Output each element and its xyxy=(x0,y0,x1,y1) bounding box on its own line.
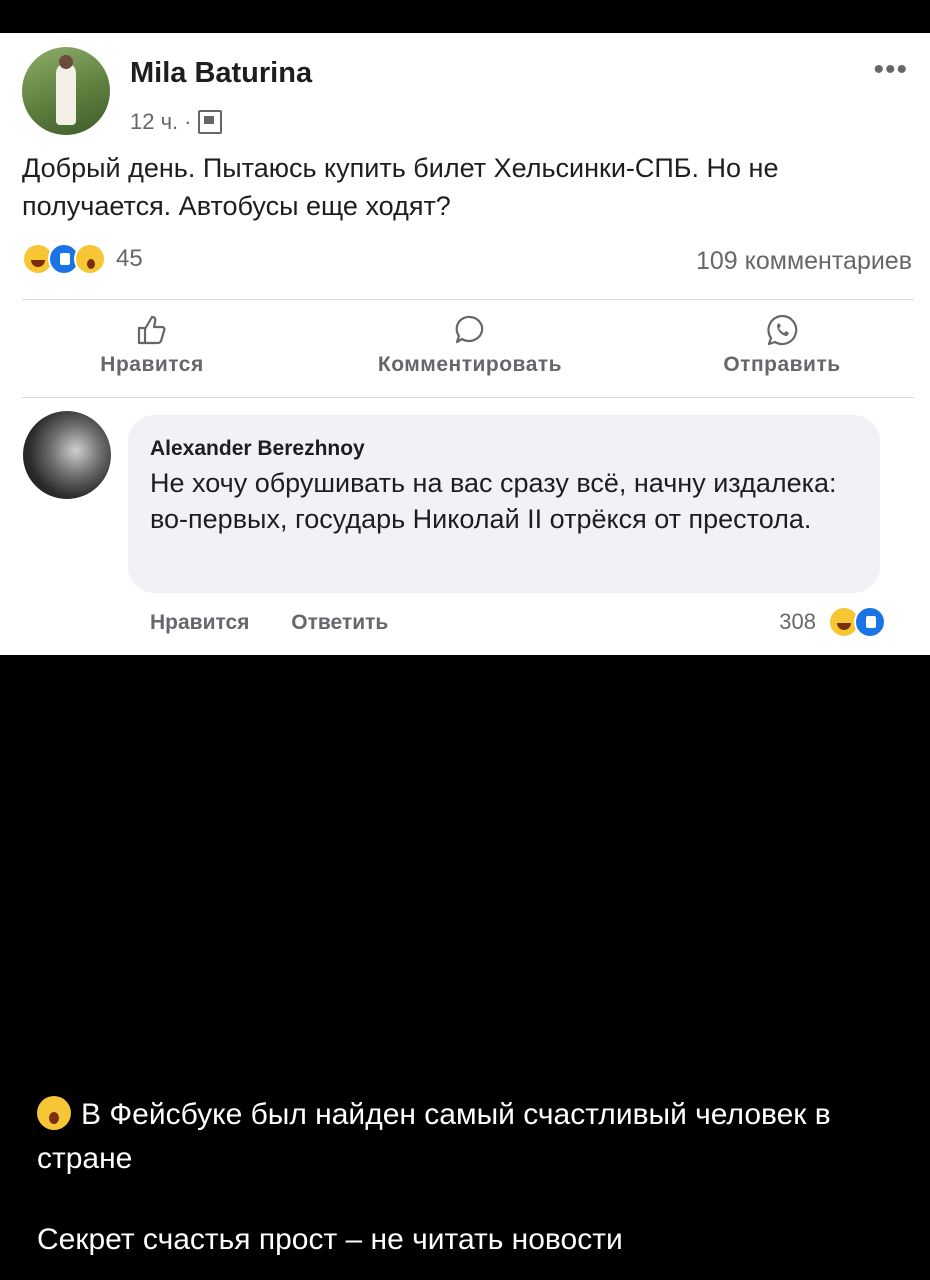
meta-separator: · xyxy=(184,109,192,134)
caption-line-2: Секрет счастья прост – не читать новости xyxy=(37,1223,623,1256)
post-meta: 12 ч. · xyxy=(130,109,222,135)
comment-author-name[interactable]: Alexander Berezhnoy xyxy=(150,437,365,461)
comment-text: Не хочу обрушивать на вас сразу всё, нач… xyxy=(150,468,837,534)
facebook-post-card: Mila Baturina 12 ч. · ••• Добрый день. П… xyxy=(0,33,930,655)
divider xyxy=(22,397,914,398)
comment-label: Комментировать xyxy=(377,353,563,376)
comment-bubble: Alexander Berezhnoy Не хочу обрушивать н… xyxy=(128,415,880,593)
comment-reply-button[interactable]: Ответить xyxy=(291,611,388,634)
comment-reaction-count: 308 xyxy=(779,609,816,634)
share-label: Отправить xyxy=(723,353,841,376)
like-label: Нравится xyxy=(100,353,204,376)
wow-face-icon xyxy=(37,1096,71,1130)
whatsapp-icon xyxy=(767,314,798,346)
reaction-count: 45 xyxy=(116,245,143,272)
post-reactions[interactable]: 45 xyxy=(22,243,143,275)
comment-button[interactable]: Комментировать xyxy=(340,303,600,377)
comment-like-button[interactable]: Нравится xyxy=(150,611,249,634)
comments-count-link[interactable]: 109 комментариев xyxy=(696,247,912,276)
like-icon xyxy=(854,606,886,638)
caption-line-1: В Фейсбуке был найден самый счастливый ч… xyxy=(37,1098,831,1175)
comment-actions: Нравится Ответить xyxy=(150,611,424,635)
comment-icon xyxy=(455,315,484,344)
wow-icon xyxy=(74,243,106,275)
author-avatar[interactable] xyxy=(22,47,110,135)
like-button[interactable]: Нравится xyxy=(62,303,242,377)
caption: В Фейсбуке был найден самый счастливый ч… xyxy=(37,1093,907,1181)
post-time[interactable]: 12 ч. xyxy=(130,109,178,135)
share-button[interactable]: Отправить xyxy=(692,303,872,377)
thumbs-up-icon xyxy=(137,315,166,345)
commenter-avatar[interactable] xyxy=(23,411,111,499)
comment-reactions[interactable]: 308 xyxy=(779,606,886,638)
post-text: Добрый день. Пытаюсь купить билет Хельси… xyxy=(22,153,779,221)
post-action-bar: Нравится Комментировать Отправить xyxy=(22,303,914,395)
more-options-button[interactable]: ••• xyxy=(873,53,908,87)
post-author-name[interactable]: Mila Baturina xyxy=(130,57,312,90)
divider xyxy=(22,299,914,300)
audience-icon xyxy=(197,110,222,134)
